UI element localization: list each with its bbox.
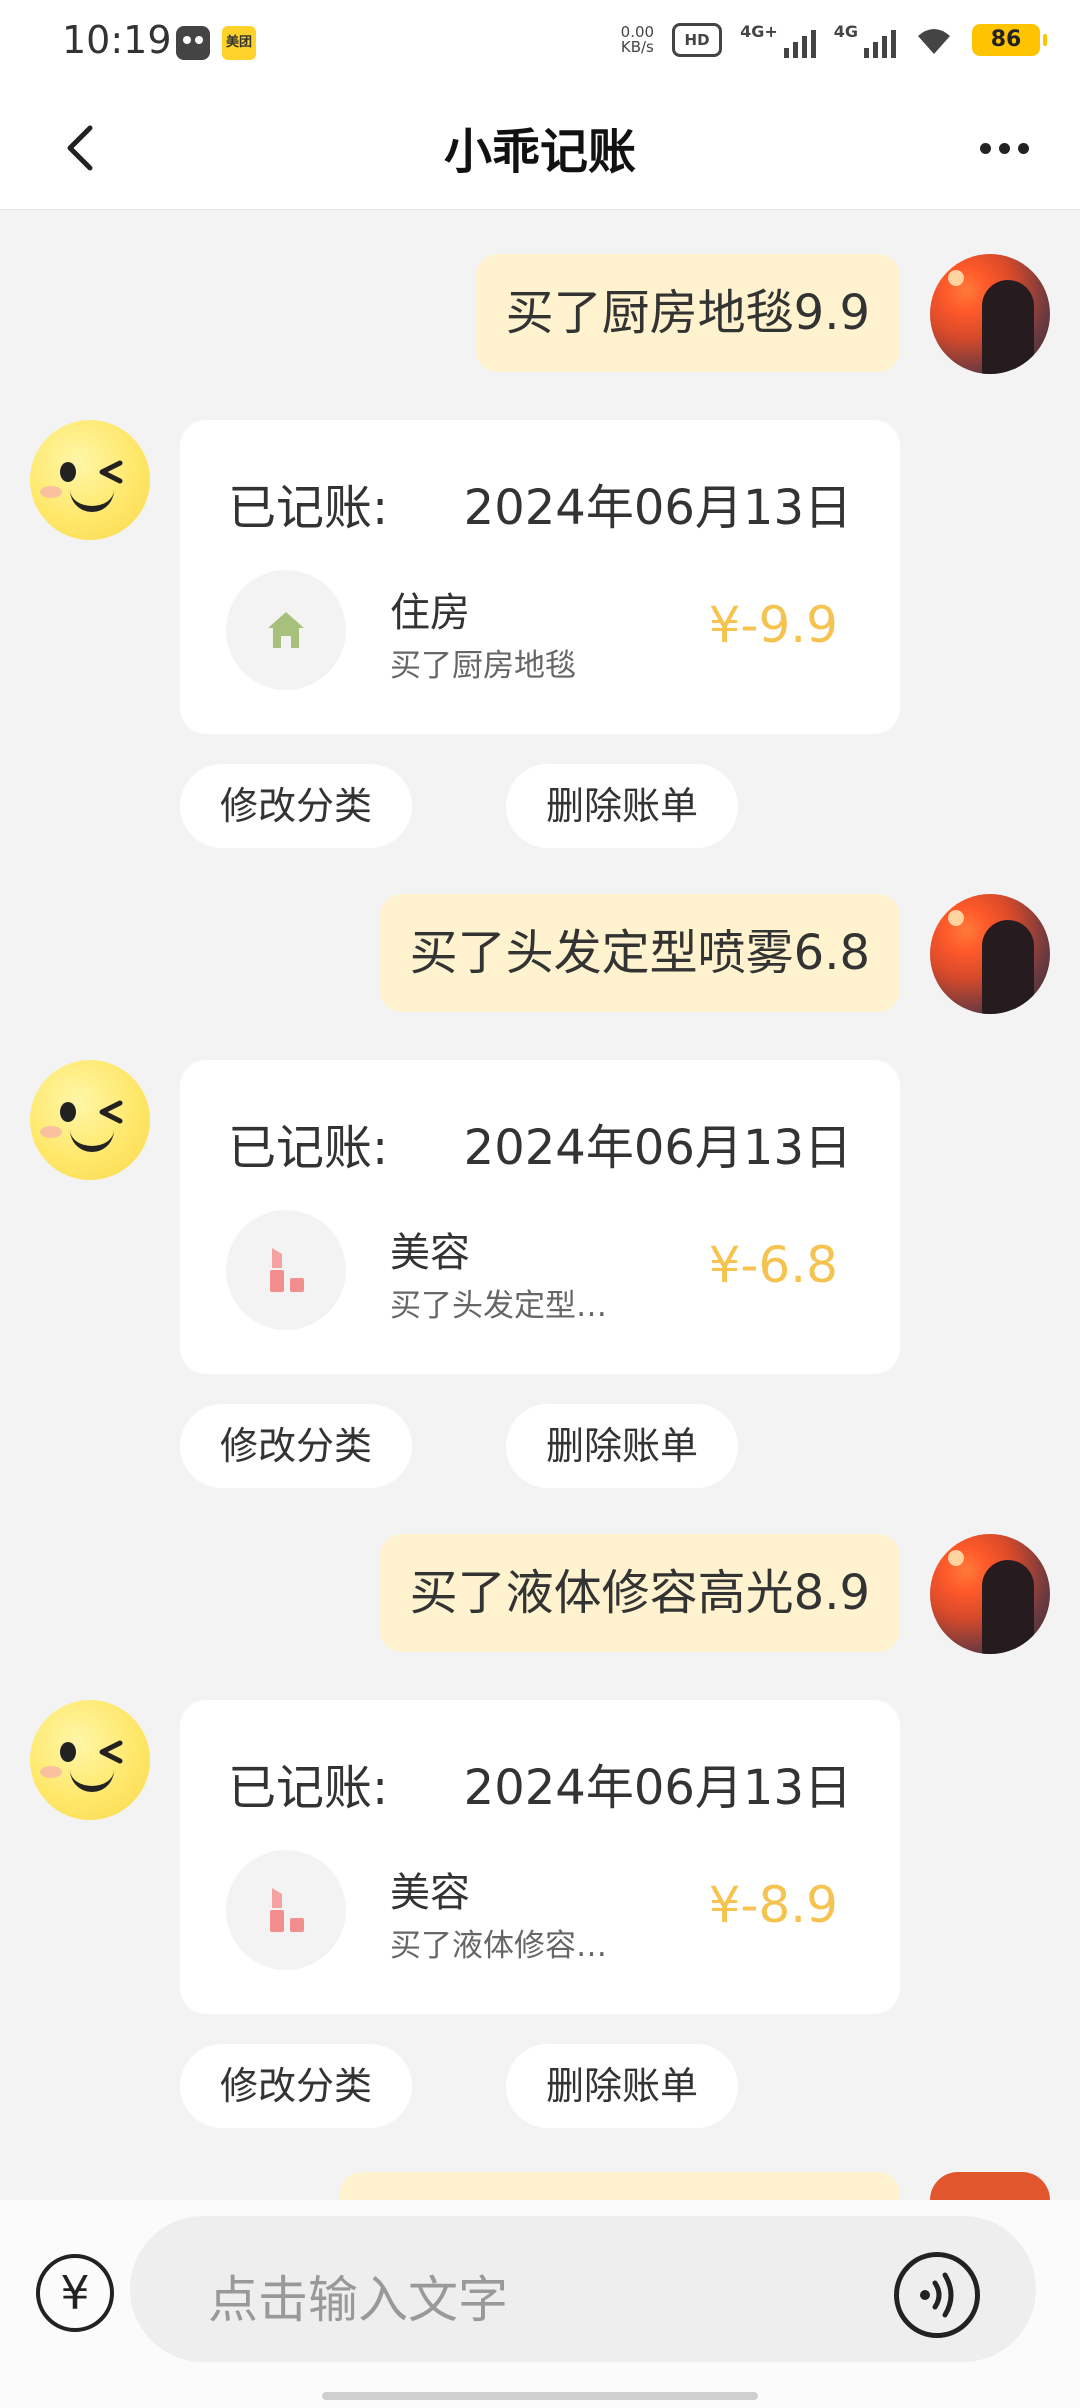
user-avatar[interactable] [930, 254, 1050, 374]
page-title: 小乖记账 [443, 124, 636, 180]
amount: ¥-6.8 [708, 1236, 838, 1294]
bot-avatar [30, 1060, 150, 1180]
status-bar: 10:19 美团 0.00 KB/s HD 4G+ 4G 86 [0, 0, 1080, 84]
category-note: 买了头发定型… [390, 1288, 607, 1324]
lipstick-icon [270, 1888, 304, 1932]
house-icon [268, 612, 304, 648]
category-note: 买了液体修容… [390, 1928, 607, 1964]
category-name: 美容 [390, 1870, 470, 1916]
edit-category-button[interactable]: 修改分类 [180, 1404, 413, 1488]
amount: ¥-8.9 [708, 1876, 838, 1934]
category-icon-wrap [226, 1850, 346, 1970]
meituan-icon: 美团 [222, 26, 256, 60]
category-note: 买了厨房地毯 [390, 648, 576, 684]
user-avatar-partial [930, 2172, 1050, 2200]
category-icon-wrap [226, 1210, 346, 1330]
text-input[interactable]: 点击输入文字 [130, 2216, 1036, 2362]
category-name: 住房 [390, 590, 470, 636]
bot-avatar [30, 420, 150, 540]
user-message-bubble-partial [340, 2172, 900, 2200]
lipstick-icon [270, 1248, 304, 1292]
net-speed: 0.00 KB/s [620, 23, 655, 56]
record-date: 2024年06月13日 [463, 1760, 852, 1816]
category-name: 美容 [390, 1230, 470, 1276]
record-label: 已记账: [228, 480, 389, 536]
record-card[interactable]: 已记账: 2024年06月13日 美容 买了头发定型… ¥-6.8 [180, 1060, 900, 1374]
record-date: 2024年06月13日 [463, 1120, 852, 1176]
delete-bill-button[interactable]: 删除账单 [506, 2044, 739, 2128]
user-message-bubble: 买了液体修容高光8.9 [379, 1534, 900, 1652]
voice-button[interactable] [894, 2252, 980, 2338]
input-placeholder: 点击输入文字 [208, 2271, 508, 2329]
amount: ¥-9.9 [708, 596, 838, 654]
app-notification-icon [176, 26, 210, 60]
delete-bill-button[interactable]: 删除账单 [506, 764, 739, 848]
record-label: 已记账: [228, 1760, 389, 1816]
hd-icon: HD [672, 23, 723, 57]
record-label: 已记账: [228, 1120, 389, 1176]
header-divider [0, 209, 1080, 210]
record-date: 2024年06月13日 [463, 480, 852, 536]
user-message-bubble: 买了头发定型喷雾6.8 [379, 894, 900, 1012]
user-avatar[interactable] [930, 894, 1050, 1014]
user-avatar[interactable] [930, 1534, 1050, 1654]
user-message-bubble: 买了厨房地毯9.9 [475, 254, 900, 372]
record-card[interactable]: 已记账: 2024年06月13日 住房 买了厨房地毯 ¥-9.9 [180, 420, 900, 734]
input-bar: ¥ 点击输入文字 [0, 2200, 1080, 2408]
edit-category-button[interactable]: 修改分类 [180, 2044, 413, 2128]
status-time: 10:19 [62, 18, 172, 62]
edit-category-button[interactable]: 修改分类 [180, 764, 413, 848]
delete-bill-button[interactable]: 删除账单 [506, 1404, 739, 1488]
wifi-icon [914, 24, 954, 56]
signal-icon: 4G+ [740, 22, 816, 58]
more-button[interactable] [980, 128, 1036, 168]
status-right: 0.00 KB/s HD 4G+ 4G 86 [620, 22, 1047, 58]
bot-avatar [30, 1700, 150, 1820]
battery-icon: 86 [972, 24, 1047, 56]
home-indicator [322, 2392, 758, 2400]
voice-icon [920, 2272, 954, 2318]
yen-button[interactable]: ¥ [36, 2254, 114, 2332]
record-card[interactable]: 已记账: 2024年06月13日 美容 买了液体修容… ¥-8.9 [180, 1700, 900, 2014]
top-bar: 10:19 美团 0.00 KB/s HD 4G+ 4G 86 小乖记账 [0, 0, 1080, 210]
signal-icon: 4G [834, 22, 896, 58]
category-icon-wrap [226, 570, 346, 690]
